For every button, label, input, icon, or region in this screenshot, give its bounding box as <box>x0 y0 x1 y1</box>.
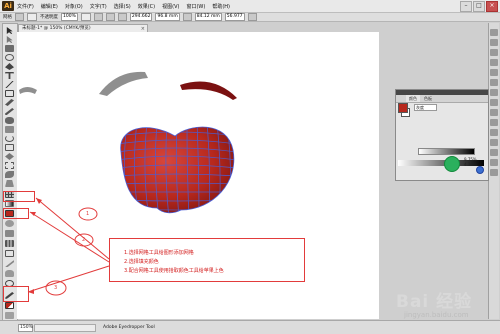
instruction-note: 1.选择网格工具给图形添加网格 2.选择填充颜色 3.配合网格工具使用拾取颜色工… <box>109 238 305 282</box>
instruction-step-3: 3.配合网格工具使用拾取颜色工具给苹果上色 <box>124 268 224 274</box>
arrow-3-line <box>27 265 110 293</box>
arrow-2-line <box>29 211 110 263</box>
zoom-field[interactable]: 150% <box>18 324 33 332</box>
watermark-url: jingyan.baidu.com <box>404 311 469 319</box>
callout-overlay <box>27 197 110 296</box>
current-tool-label: Adobe Eyedropper Tool <box>103 325 155 330</box>
artboard-navigator[interactable] <box>34 324 96 332</box>
arrow-1-head <box>36 198 42 204</box>
instruction-step-1: 1.选择网格工具给图形添加网格 <box>124 250 194 256</box>
arrow-1-line <box>35 197 110 260</box>
baidu-watermark: Bai 经验 jingyan.baidu.com <box>396 287 498 327</box>
callout-label-1: 1 <box>86 211 90 217</box>
callout-label-3: 3 <box>54 285 58 291</box>
instruction-step-2: 2.选择填充颜色 <box>124 259 159 265</box>
watermark-brand: Bai 经验 <box>396 292 473 312</box>
callout-label-2: 2 <box>82 237 86 243</box>
